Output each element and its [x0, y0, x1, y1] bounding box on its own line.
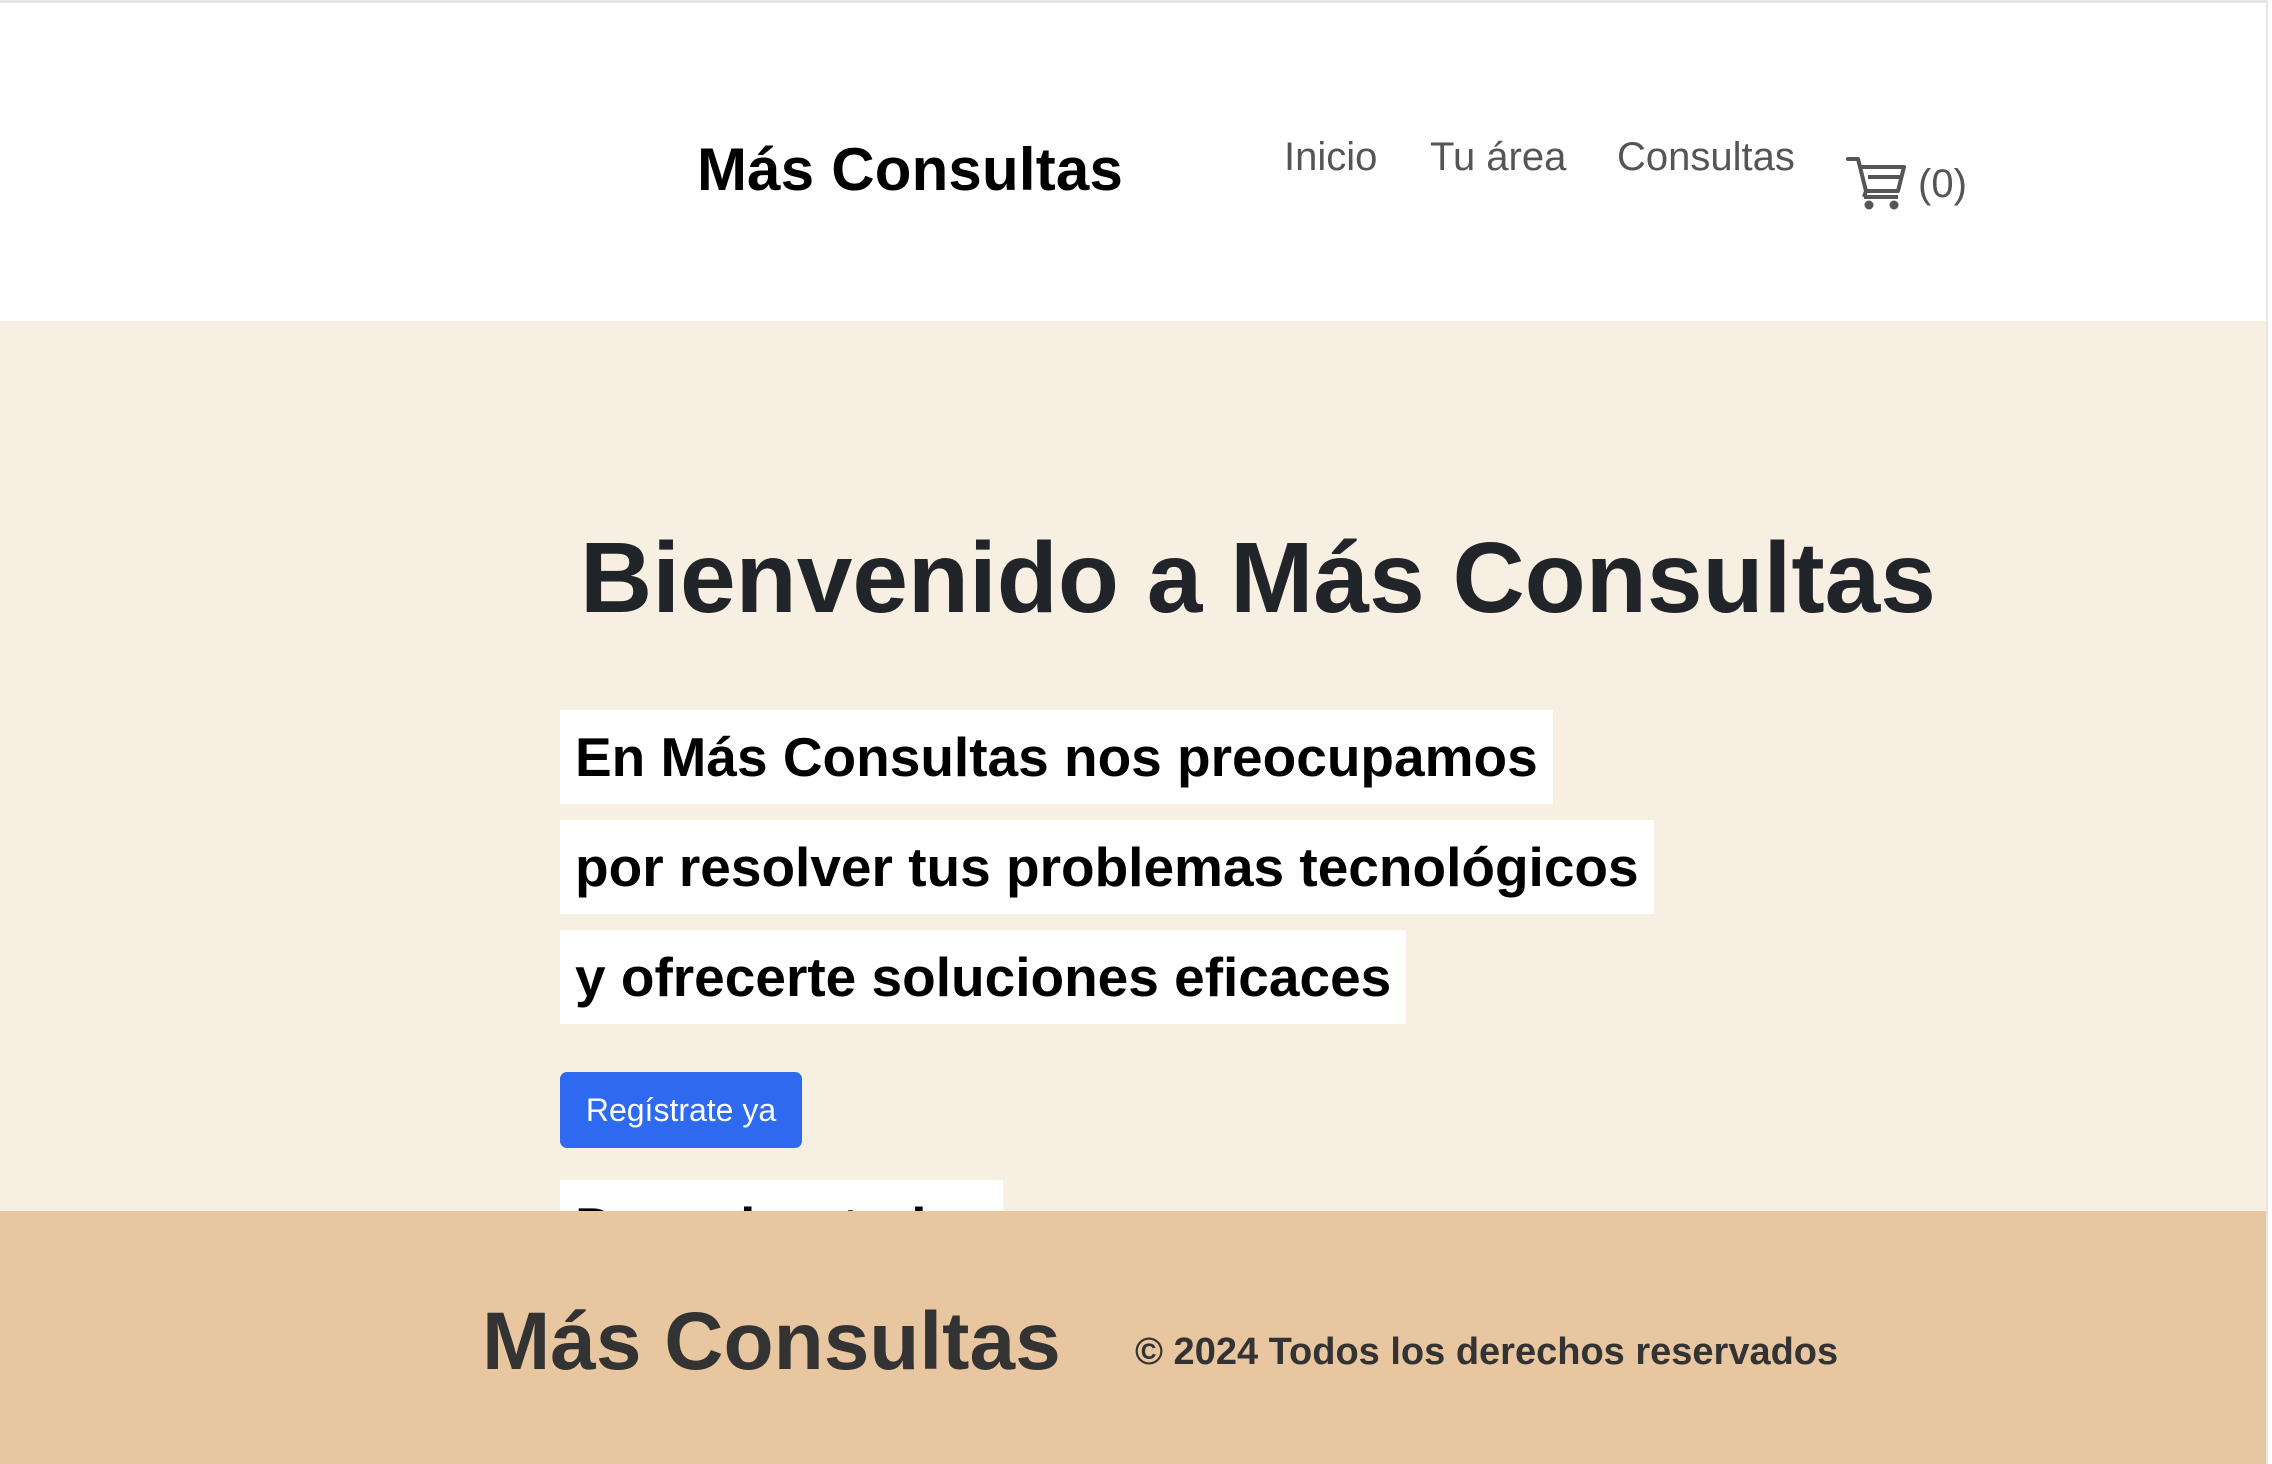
- cart-button[interactable]: (0): [1846, 153, 1967, 216]
- page: Más Consultas Inicio Tu área Consultas (…: [0, 0, 2272, 1464]
- cart-icon: [1846, 153, 1906, 216]
- footer-brand: Más Consultas: [482, 1296, 1061, 1387]
- hero-partial-text: Descubre todas: [560, 1180, 1003, 1211]
- hero-text-line-3: y ofrecerte soluciones eficaces: [560, 930, 1407, 1024]
- hero-text-line-1: En Más Consultas nos preocupamos: [560, 710, 1553, 804]
- hero-text-line-2: por resolver tus problemas tecnológicos: [560, 820, 1654, 914]
- hero-section: Bienvenido a Más Consultas En Más Consul…: [0, 321, 2268, 1211]
- cart-count: (0): [1918, 162, 1967, 206]
- site-footer: Más Consultas © 2024 Todos los derechos …: [0, 1211, 2268, 1464]
- nav-item-consultas[interactable]: Consultas: [1617, 135, 1795, 180]
- register-button[interactable]: Regístrate ya: [560, 1072, 802, 1148]
- nav-item-tu-area[interactable]: Tu área: [1430, 135, 1566, 180]
- nav-item-inicio[interactable]: Inicio: [1284, 135, 1377, 180]
- site-header: Más Consultas Inicio Tu área Consultas (…: [0, 3, 2268, 321]
- scrollbar-edge: [2266, 0, 2272, 1464]
- hero-title: Bienvenido a Más Consultas: [580, 522, 1936, 634]
- brand-logo-text[interactable]: Más Consultas: [697, 135, 1123, 204]
- footer-copyright: © 2024 Todos los derechos reservados: [1135, 1331, 1839, 1373]
